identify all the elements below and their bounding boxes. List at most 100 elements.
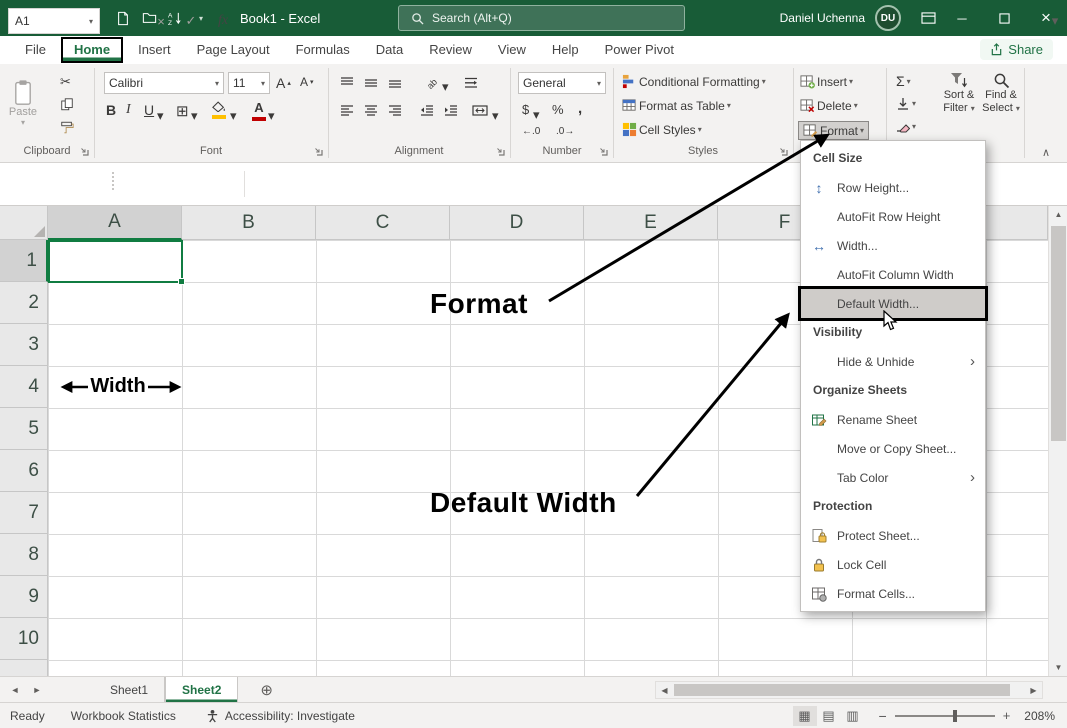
menu-item-lock-cell[interactable]: Lock Cell [801,550,985,579]
decrease-decimal-icon[interactable]: .0→ [556,126,574,137]
cut-icon[interactable]: ✂ [60,74,71,90]
increase-indent-icon[interactable] [444,104,458,117]
add-sheet-icon[interactable]: ⊕ [260,681,273,699]
row-header-4[interactable]: 4 [0,366,48,408]
scroll-right-icon[interactable]: ▶ [1025,686,1042,695]
minimize-button[interactable]: ─ [941,0,983,36]
ribbon-display-options-icon[interactable] [915,5,941,31]
menu-item-autofit-row-height[interactable]: AutoFit Row Height [801,202,985,231]
search-input[interactable]: Search (Alt+Q) [398,5,685,31]
number-format-combo[interactable]: General▾ [518,72,606,94]
accounting-dropdown-icon[interactable]: ▾ [533,107,540,123]
increase-decimal-icon[interactable]: ←.0 [522,126,540,137]
expand-formula-bar-icon[interactable]: ▾ [1042,8,1067,34]
column-header-b[interactable]: B [182,206,316,240]
wrap-text-icon[interactable] [464,76,478,89]
horizontal-scrollbar[interactable]: ◀ ▶ [655,681,1043,699]
find-select-button[interactable]: Find & Select ▾ [980,72,1022,115]
tab-help[interactable]: Help [539,36,592,64]
row-header-1[interactable]: 1 [0,240,48,282]
accessibility-button[interactable]: Accessibility: Investigate [206,709,355,723]
scroll-up-icon[interactable]: ▲ [1049,206,1067,223]
underline-dropdown-icon[interactable]: ▾ [157,108,164,124]
tab-review[interactable]: Review [416,36,485,64]
merge-center-dropdown-icon[interactable]: ▾ [492,108,499,124]
styles-dialog-launcher-icon[interactable] [779,147,788,156]
column-header-c[interactable]: C [316,206,450,240]
increase-font-size-button[interactable]: A▴ [276,75,291,91]
row-header-8[interactable]: 8 [0,534,48,576]
tab-data[interactable]: Data [363,36,416,64]
column-header-a[interactable]: A [48,206,182,240]
decrease-indent-icon[interactable] [420,104,434,117]
paste-button[interactable]: Paste ▾ [0,64,46,142]
normal-view-icon[interactable]: ▦ [793,706,817,726]
align-right-icon[interactable] [388,104,402,117]
menu-item-hide-unhide[interactable]: Hide & Unhide› [801,347,985,376]
format-cells-ribbon-button[interactable]: Format▾ [798,121,869,140]
collapse-ribbon-icon[interactable]: ∧ [1042,146,1050,159]
formula-cancel-button[interactable]: × [148,8,174,34]
tab-page-layout[interactable]: Page Layout [184,36,283,64]
maximize-button[interactable] [983,0,1025,36]
fill-handle[interactable] [178,278,185,285]
accounting-format-icon[interactable]: $ [522,102,529,117]
font-dialog-launcher-icon[interactable] [314,147,323,156]
autosum-button[interactable]: Σ▾ [896,73,911,89]
tab-view[interactable]: View [485,36,539,64]
menu-item-autofit-column-width[interactable]: AutoFit Column Width [801,260,985,289]
sort-filter-button[interactable]: Sort & Filter ▾ [938,72,980,115]
formula-bar-splitter[interactable] [112,172,114,190]
alignment-dialog-launcher-icon[interactable] [496,147,505,156]
font-color-dropdown-icon[interactable]: ▾ [268,108,275,124]
row-header-2[interactable]: 2 [0,282,48,324]
row-header-5[interactable]: 5 [0,408,48,450]
align-bottom-icon[interactable] [388,76,402,89]
workbook-statistics-button[interactable]: Workbook Statistics [71,709,176,723]
format-painter-icon[interactable] [60,120,74,135]
page-layout-view-icon[interactable]: ▤ [817,706,841,726]
borders-dropdown-icon[interactable]: ▾ [191,108,198,124]
select-all-corner[interactable] [0,206,48,240]
row-header-6[interactable]: 6 [0,450,48,492]
tab-formulas[interactable]: Formulas [283,36,363,64]
insert-cells-button[interactable]: Insert▾ [800,74,853,89]
comma-style-icon[interactable]: , [578,100,582,117]
row-header-9[interactable]: 9 [0,576,48,618]
number-dialog-launcher-icon[interactable] [599,147,608,156]
vertical-scrollbar[interactable]: ▲ ▼ [1048,206,1067,676]
formula-enter-button[interactable]: ✓ [178,8,204,34]
tab-power-pivot[interactable]: Power Pivot [592,36,687,64]
format-as-table-button[interactable]: Format as Table▾ [622,98,731,113]
menu-item-move-copy-sheet[interactable]: Move or Copy Sheet... [801,434,985,463]
menu-item-tab-color[interactable]: Tab Color› [801,463,985,492]
vertical-scrollbar-thumb[interactable] [1051,226,1066,441]
row-header-10[interactable]: 10 [0,618,48,660]
align-left-icon[interactable] [340,104,354,117]
zoom-slider[interactable] [895,715,995,717]
font-size-combo[interactable]: 11▾ [228,72,270,94]
row-header-7[interactable]: 7 [0,492,48,534]
new-file-icon[interactable] [110,5,136,31]
sheet-nav-right-icon[interactable]: ► [26,685,48,695]
scroll-left-icon[interactable]: ◀ [656,686,673,695]
bold-button[interactable]: B [106,102,116,118]
decrease-font-size-button[interactable]: A▾ [300,75,314,89]
clipboard-dialog-launcher-icon[interactable] [80,147,89,156]
menu-item-format-cells[interactable]: Format Cells... [801,579,985,608]
scroll-down-icon[interactable]: ▼ [1049,659,1067,676]
column-header-d[interactable]: D [450,206,584,240]
tab-home[interactable]: Home [61,37,123,63]
menu-item-rename-sheet[interactable]: Rename Sheet [801,405,985,434]
page-break-view-icon[interactable]: ▥ [841,706,865,726]
merge-center-icon[interactable] [472,104,488,117]
user-name[interactable]: Daniel Uchenna [780,11,865,25]
column-header-h[interactable] [986,206,1048,240]
align-middle-icon[interactable] [364,76,378,89]
conditional-formatting-button[interactable]: Conditional Formatting▾ [622,74,766,89]
align-top-icon[interactable] [340,76,354,89]
sheet-tab-sheet1[interactable]: Sheet1 [94,677,165,702]
clear-button[interactable]: ▾ [896,120,916,133]
cell-styles-button[interactable]: Cell Styles▾ [622,122,702,137]
orientation-icon[interactable]: ab [424,73,440,89]
